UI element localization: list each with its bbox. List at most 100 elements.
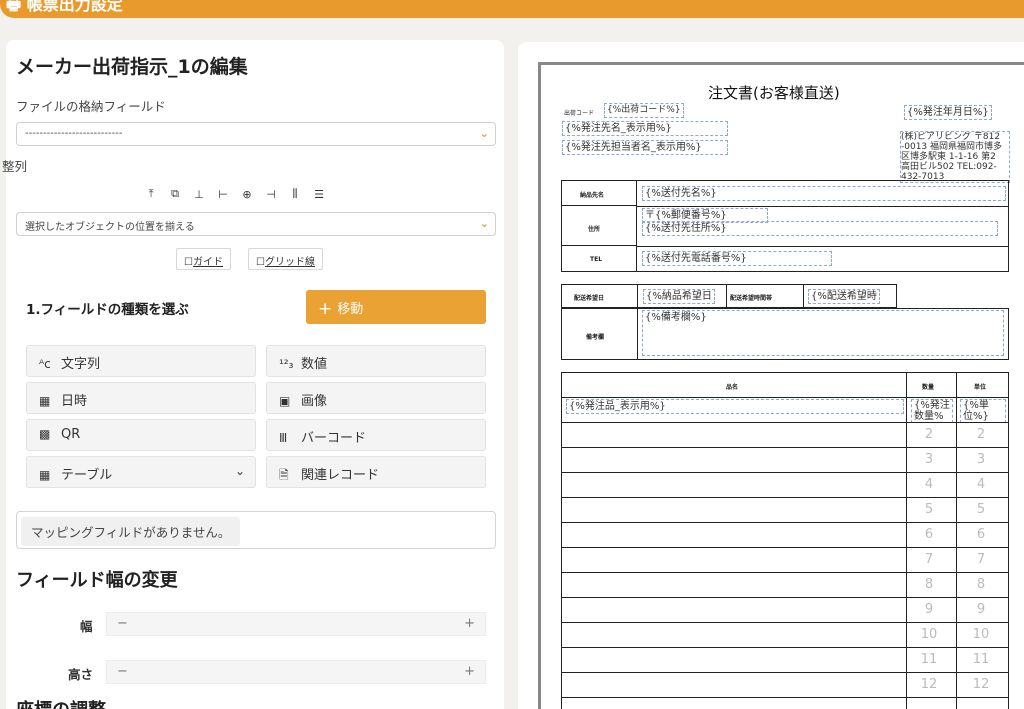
align-middle-icon[interactable]: ⧉ [164, 184, 186, 204]
distribute-horizontal-icon[interactable]: ⫼ [284, 184, 306, 204]
field-type-table[interactable]: ▦ テーブル ⌄ [26, 456, 256, 488]
col-unit-header: 単位 [974, 384, 987, 391]
row-number: 6 [976, 527, 986, 542]
width-label: 幅 [80, 619, 93, 634]
field-type-image[interactable]: ▣ 画像 [266, 382, 486, 414]
coord-heading: 座標の調整 [16, 696, 106, 709]
height-stepper[interactable]: − + [106, 660, 486, 684]
row-number: 12 [920, 677, 938, 692]
order-name-field[interactable]: {%発注先名_表示用%} [562, 121, 728, 136]
row-number: 4 [924, 477, 934, 492]
table-row-line [561, 672, 1009, 673]
field-type-text[interactable]: ᴬc 文字列 [26, 345, 256, 377]
table-icon: ▦ [39, 468, 51, 482]
table-row-line [561, 472, 1009, 473]
grid-checkbox[interactable]: ☐グリッド線 [248, 248, 323, 270]
company-address: (株)ピアリビング 〒812 -0013 福岡県福岡市博多 区博多駅東 1-1-16… [900, 131, 1010, 183]
deliver-name-field[interactable]: {%送付先名%} [642, 186, 1006, 201]
plus-icon[interactable]: + [464, 616, 475, 631]
plus-icon: + [318, 299, 333, 319]
storage-field-label: ファイルの格納フィールド [16, 99, 166, 114]
edit-title: メーカー出荷指示_1の編集 [16, 56, 248, 78]
mapping-message: マッピングフィルドがありません。 [21, 517, 241, 546]
minus-icon[interactable]: − [117, 664, 128, 679]
row-number: 4 [976, 477, 986, 492]
wish-time-label: 配送希望時間帯 [730, 295, 773, 302]
table-row-line [561, 447, 1009, 448]
minus-icon[interactable]: − [117, 616, 128, 631]
row-number: 3 [924, 452, 934, 467]
table-row-line [561, 647, 1009, 648]
height-label: 高さ [68, 667, 94, 682]
table-row-line [561, 422, 1009, 423]
table-row-line [561, 497, 1009, 498]
guide-checkbox[interactable]: ☐ガイド [176, 248, 231, 270]
row-number: 12 [972, 677, 990, 692]
row-number: 3 [976, 452, 986, 467]
print-icon: 🖶 [6, 0, 27, 14]
wish-time-field[interactable]: {%配送希望時 [808, 289, 880, 304]
row-number: 11 [972, 652, 990, 667]
address-label: 住所 [588, 226, 601, 233]
field-type-number[interactable]: ¹²₃ 数値 [266, 345, 486, 377]
tel-label: TEL [590, 256, 603, 263]
text-icon: ᴬc [39, 357, 51, 371]
table-row-line [561, 697, 1009, 698]
row-number: 9 [976, 602, 986, 617]
table-row-line [561, 572, 1009, 573]
col-qty-header: 数量 [922, 384, 935, 391]
row-number: 5 [924, 502, 934, 517]
barcode-icon: Ⅲ [279, 431, 288, 445]
row-number: 10 [972, 627, 990, 642]
order-person-field[interactable]: {%発注先担当者名_表示用%} [562, 140, 728, 155]
remarks-field[interactable]: {%備考欄%} [642, 310, 1004, 356]
row-number: 8 [976, 577, 986, 592]
align-center-icon[interactable]: ⊕ [236, 184, 258, 204]
address-field[interactable]: {%送付先住所%} [642, 221, 998, 236]
row-number: 2 [976, 427, 986, 442]
align-bottom-icon[interactable]: ⊥ [188, 184, 210, 204]
ship-code-field[interactable]: {%出荷コード%} [604, 103, 684, 118]
align-left-icon[interactable]: ⊢ [212, 184, 234, 204]
distribute-vertical-icon[interactable]: ☰ [308, 184, 330, 204]
field-type-qr[interactable]: ▩ QR [26, 419, 256, 451]
remarks-label: 備考欄 [586, 334, 605, 341]
row-number: 7 [924, 552, 934, 567]
table-row-line [561, 522, 1009, 523]
field-type-related[interactable]: 🗎 関連レコード [266, 456, 486, 488]
row-number: 6 [924, 527, 934, 542]
width-heading: フィールド幅の変更 [16, 570, 178, 591]
field-type-datetime[interactable]: ▦ 日時 [26, 382, 256, 414]
storage-field-select[interactable]: --------------------------- ⌄ [16, 122, 496, 146]
align-select[interactable]: 選択したオブジェクトの位置を揃える ⌄ [16, 212, 496, 236]
row-number: 9 [924, 602, 934, 617]
unit-field[interactable]: {%単位%} [960, 399, 1006, 423]
row-number: 5 [976, 502, 986, 517]
ship-code-label: 出荷コード [564, 110, 595, 117]
chevron-down-icon: ⌄ [234, 464, 245, 478]
align-toolbar: ⤒ ⧉ ⊥ ⊢ ⊕ ⊣ ⫼ ☰ [140, 184, 332, 204]
width-stepper[interactable]: − + [106, 612, 486, 636]
row-number: 10 [920, 627, 938, 642]
tel-field[interactable]: {%送付先電話番号%} [642, 251, 832, 266]
align-right-icon[interactable]: ⊣ [260, 184, 282, 204]
table-row-line [561, 547, 1009, 548]
plus-icon[interactable]: + [464, 664, 475, 679]
app-header: 🖶 帳票出力設定 [0, 0, 1024, 18]
field-type-barcode[interactable]: Ⅲ バーコード [266, 419, 486, 451]
row-number: 2 [924, 427, 934, 442]
qty-field[interactable]: {%発注数量% [911, 399, 953, 423]
table-row-line [561, 397, 1009, 398]
row-number: 11 [920, 652, 938, 667]
order-date-field[interactable]: {%発注年月日%} [904, 105, 992, 120]
mapping-field-box[interactable]: マッピングフィルドがありません。 [16, 511, 496, 549]
deliver-name-label: 納品先名 [580, 192, 605, 199]
item-field[interactable]: {%発注品_表示用%} [566, 399, 904, 414]
chevron-down-icon: ⌄ [479, 127, 489, 140]
wish-date-field[interactable]: {%納品希望日 [643, 289, 715, 304]
move-button[interactable]: + 移動 [306, 290, 486, 324]
table-row-line [561, 622, 1009, 623]
number-icon: ¹²₃ [279, 357, 294, 371]
align-top-icon[interactable]: ⤒ [140, 184, 162, 204]
image-icon: ▣ [279, 394, 291, 408]
